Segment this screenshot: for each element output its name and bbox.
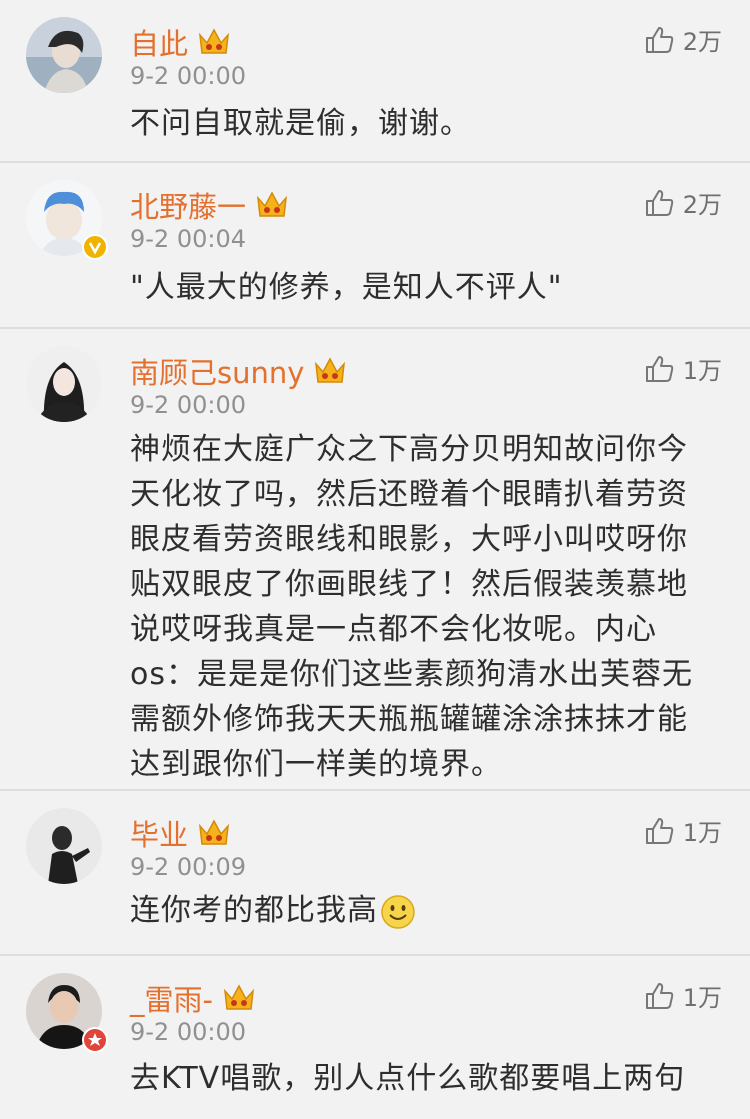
comment-item: 南顾己sunny 9-2 00:00 1万 神烦在大庭广众之下高分贝明知故问你今…: [0, 329, 750, 791]
avatar[interactable]: [26, 808, 102, 884]
comment-list: 自此 9-2 00:00 2万 不问自取就是偷，谢谢。 北野藤一 9-2 00:…: [0, 0, 750, 1119]
comment-text: 不问自取就是偷，谢谢。: [130, 106, 471, 141]
timestamp: 9-2 00:00: [130, 1018, 246, 1046]
like-count: 1万: [682, 819, 722, 847]
username[interactable]: 毕业: [130, 812, 188, 854]
timestamp: 9-2 00:09: [130, 853, 246, 881]
username[interactable]: 北野藤一: [130, 184, 246, 226]
like-button[interactable]: 2万: [645, 22, 722, 57]
thumbs-up-icon: [645, 189, 673, 216]
username[interactable]: 自此: [130, 21, 188, 63]
comment-text-row: 连你考的都比我高: [130, 890, 716, 932]
crown-icon: [312, 354, 348, 388]
avatar[interactable]: [26, 17, 102, 93]
verified-badge: [82, 1027, 108, 1053]
thumbs-up-icon: [645, 355, 673, 382]
crown-icon: [196, 25, 232, 59]
comment-text: 神烦在大庭广众之下高分贝明知故问你今天化妆了吗，然后还瞪着个眼睛扒着劳资眼皮看劳…: [130, 432, 693, 782]
comment-item: 自此 9-2 00:00 2万 不问自取就是偷，谢谢。: [0, 0, 750, 163]
timestamp: 9-2 00:00: [130, 391, 246, 419]
like-button[interactable]: 1万: [645, 351, 722, 386]
timestamp: 9-2 00:04: [130, 225, 246, 253]
crown-icon: [196, 816, 232, 850]
verified-badge: [82, 234, 108, 260]
like-count: 2万: [682, 28, 722, 56]
timestamp: 9-2 00:00: [130, 62, 246, 90]
username[interactable]: 南顾己sunny: [130, 350, 304, 392]
thumbs-up-icon: [645, 817, 673, 844]
comment-item: 北野藤一 9-2 00:04 2万 "人最大的修养，是知人不评人": [0, 163, 750, 329]
like-count: 1万: [682, 984, 722, 1012]
thumbs-up-icon: [645, 982, 673, 1009]
comment-item: 毕业 9-2 00:09 1万 连你考的都比我高: [0, 791, 750, 956]
like-count: 1万: [682, 357, 722, 385]
crown-icon: [221, 981, 257, 1015]
smile-emoji-icon: [380, 894, 416, 930]
avatar[interactable]: [26, 346, 102, 422]
like-button[interactable]: 1万: [645, 978, 722, 1013]
like-button[interactable]: 2万: [645, 185, 722, 220]
like-count: 2万: [682, 191, 722, 219]
comment-text: 去KTV唱歌，别人点什么歌都要唱上两句: [130, 1061, 686, 1096]
avatar[interactable]: [26, 973, 108, 1053]
crown-icon: [254, 188, 290, 222]
like-button[interactable]: 1万: [645, 813, 722, 848]
comment-text: "人最大的修养，是知人不评人": [130, 270, 563, 305]
username[interactable]: _雷雨-: [130, 977, 213, 1019]
comment-item: _雷雨- 9-2 00:00 1万 去KTV唱歌，别人点什么歌都要唱上两句: [0, 956, 750, 1119]
comment-text: 连你考的都比我高: [130, 893, 378, 928]
avatar[interactable]: [26, 180, 108, 260]
thumbs-up-icon: [645, 26, 673, 53]
